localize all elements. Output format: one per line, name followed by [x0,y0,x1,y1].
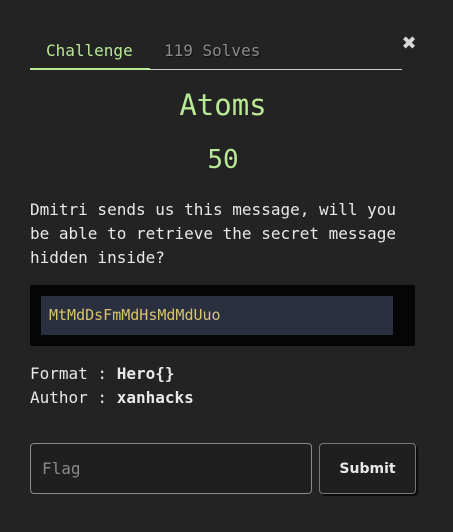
flag-input[interactable] [30,443,312,494]
code-text: MtMdDsFmMdHsMdMdUuo [49,306,221,324]
challenge-tabs: Challenge 119 Solves [30,36,402,70]
tab-solves[interactable]: 119 Solves [164,41,260,61]
challenge-modal: Challenge 119 Solves ✖ Atoms 50 Dmitri s… [0,0,453,532]
challenge-title: Atoms [179,88,267,122]
format-line: Format : Hero{} [30,362,175,386]
challenge-points: 50 [207,145,239,175]
code-box: MtMdDsFmMdHsMdMdUuo [41,296,393,335]
author-line: Author : xanhacks [30,386,194,410]
challenge-description: Dmitri sends us this message, will you b… [30,200,397,267]
tab-challenge[interactable]: Challenge [46,41,133,61]
author-label: Author : [30,388,117,407]
code-block: MtMdDsFmMdHsMdMdUuo [30,285,415,346]
format-label: Format : [30,364,117,383]
submit-button[interactable]: Submit [319,443,416,494]
author-value: xanhacks [116,388,194,407]
format-value: Hero{} [116,364,175,383]
close-icon[interactable]: ✖ [400,34,418,54]
active-tab-indicator [30,68,150,70]
